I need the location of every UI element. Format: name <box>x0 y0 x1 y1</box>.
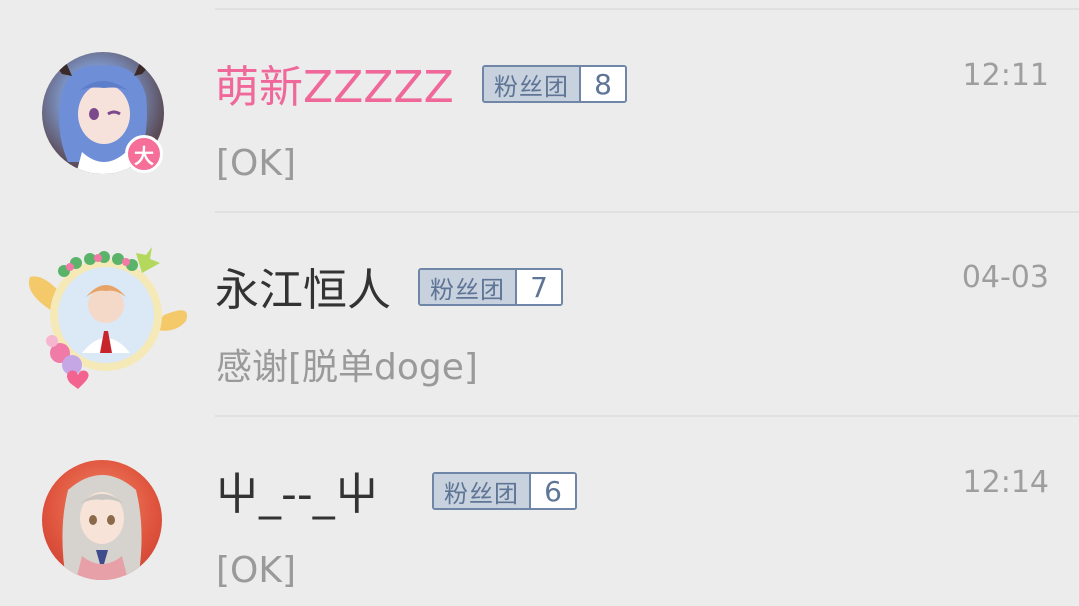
conversation-item[interactable]: 屮_--_屮 粉丝团 6 12:14 [OK] <box>0 417 1079 606</box>
last-message: [OK] <box>216 550 297 591</box>
avatar-frame[interactable] <box>24 233 189 393</box>
last-message: 感谢[脱单doge] <box>216 347 478 388</box>
username[interactable]: 永江恒人 <box>215 269 391 313</box>
timestamp: 12:14 <box>962 465 1049 500</box>
fan-club-level: 7 <box>515 270 561 304</box>
timestamp: 04-03 <box>961 260 1049 295</box>
fan-club-label: 粉丝团 <box>434 474 529 508</box>
fan-club-label: 粉丝团 <box>420 270 515 304</box>
avatar[interactable] <box>42 460 162 580</box>
avatar-illustration-icon <box>62 475 142 580</box>
conversation-item[interactable]: 大 萌新ZZZZZ 粉丝团 8 12:11 [OK] <box>0 10 1079 212</box>
avatar-frame-icon <box>28 247 188 389</box>
fan-club-level: 6 <box>529 474 575 508</box>
username[interactable]: 萌新ZZZZZ <box>215 66 454 110</box>
fan-club-level: 8 <box>579 67 625 101</box>
vip-badge-icon: 大 <box>125 135 163 173</box>
fan-club-label: 粉丝团 <box>484 67 579 101</box>
fan-club-badge: 粉丝团 7 <box>418 268 563 306</box>
last-message: [OK] <box>216 143 297 184</box>
fan-club-badge: 粉丝团 6 <box>432 472 577 510</box>
conversation-item[interactable]: 永江恒人 粉丝团 7 04-03 感谢[脱单doge] <box>0 213 1079 416</box>
timestamp: 12:11 <box>962 58 1049 93</box>
username[interactable]: 屮_--_屮 <box>215 473 379 517</box>
fan-club-badge: 粉丝团 8 <box>482 65 627 103</box>
